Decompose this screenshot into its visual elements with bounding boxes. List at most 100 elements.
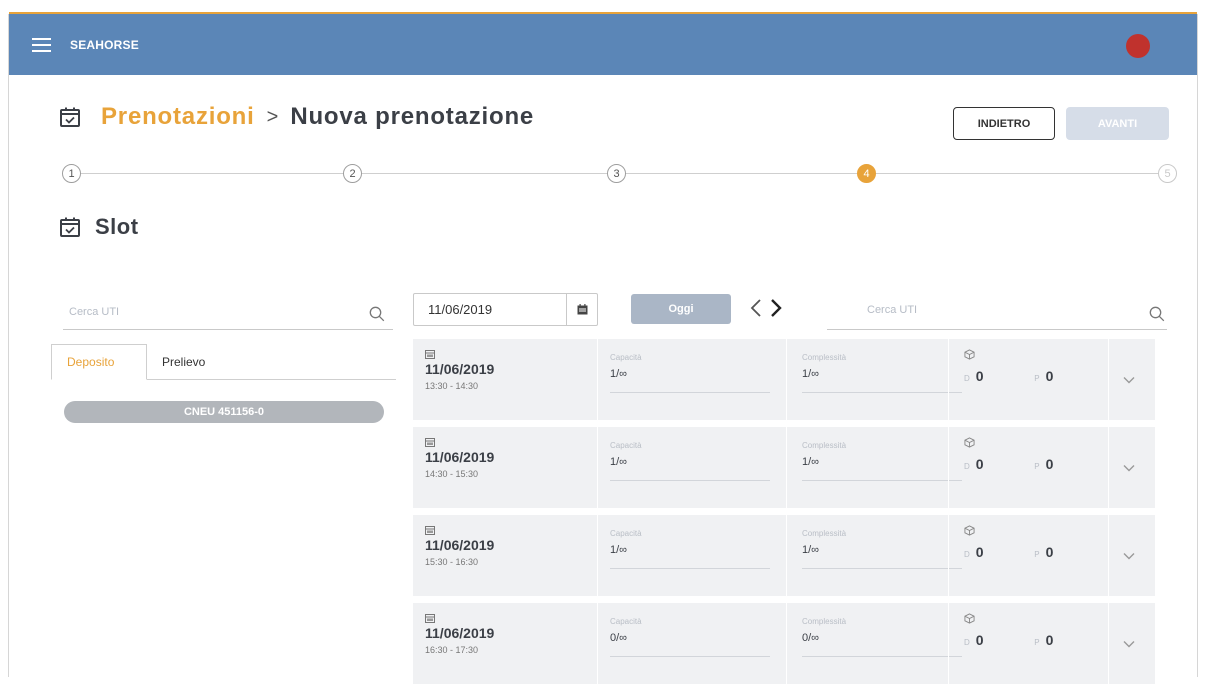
search-icon[interactable] <box>369 306 385 322</box>
calendar-icon <box>425 350 435 359</box>
brand-label: SEAHORSE <box>70 38 139 52</box>
divider <box>1108 515 1109 596</box>
page-title: Nuova prenotazione <box>290 103 535 130</box>
capacity-cell: Capacità 1/∞ <box>610 353 770 393</box>
capacity-cell: Capacità 1/∞ <box>610 529 770 569</box>
complexity-value: 1/∞ <box>802 544 820 556</box>
divider <box>597 603 598 684</box>
slot-row: 11/06/2019 14:30 - 15:30 Capacità 1/∞ Co… <box>413 427 1155 508</box>
units-cell: D 0 P 0 <box>964 613 1104 648</box>
divider <box>1108 339 1109 420</box>
step-4[interactable]: 4 <box>857 164 876 183</box>
capacity-value: 1/∞ <box>610 456 628 468</box>
next-button[interactable]: AVANTI <box>1066 107 1169 140</box>
app-bar: SEAHORSE <box>9 14 1197 75</box>
chevron-down-icon[interactable] <box>1119 458 1139 478</box>
divider <box>802 568 962 569</box>
calendar-icon <box>577 304 588 315</box>
divider <box>786 603 787 684</box>
step-3[interactable]: 3 <box>607 164 626 183</box>
search-icon[interactable] <box>1149 306 1165 322</box>
deposit-count: 0 <box>975 544 984 560</box>
divider <box>786 515 787 596</box>
left-search-field <box>63 298 393 330</box>
date-picker[interactable]: 11/06/2019 <box>413 293 598 326</box>
chevron-right-icon[interactable] <box>767 295 785 321</box>
divider <box>1108 603 1109 684</box>
complexity-label: Complessità <box>802 353 847 362</box>
complexity-value: 0/∞ <box>802 632 820 644</box>
box-icon <box>964 525 975 536</box>
section-title: Slot <box>95 214 139 239</box>
slot-date: 11/06/2019 <box>425 537 495 553</box>
calendar-button[interactable] <box>566 294 597 325</box>
divider <box>1108 427 1109 508</box>
section-header: Slot <box>59 214 139 240</box>
app-window: SEAHORSE Prenotazioni > Nuova prenotazio… <box>8 12 1198 684</box>
today-button[interactable]: Oggi <box>631 294 731 324</box>
complexity-label: Complessità <box>802 441 847 450</box>
divider <box>948 339 949 420</box>
slot-list: 11/06/2019 13:30 - 14:30 Capacità 1/∞ Co… <box>413 339 1155 691</box>
capacity-cell: Capacità 0/∞ <box>610 617 770 657</box>
divider <box>948 603 949 684</box>
slot-date-column: 11/06/2019 16:30 - 17:30 <box>425 613 494 655</box>
step-1[interactable]: 1 <box>62 164 81 183</box>
deposit-label: D <box>964 462 970 471</box>
pickup-count: 0 <box>1045 544 1054 560</box>
step-5[interactable]: 5 <box>1158 164 1177 183</box>
divider <box>597 515 598 596</box>
pickup-label: P <box>1034 638 1040 647</box>
breadcrumb: Prenotazioni > Nuova prenotazione <box>59 100 534 134</box>
chevron-left-icon[interactable] <box>747 295 765 321</box>
divider <box>948 427 949 508</box>
divider <box>610 480 770 481</box>
calendar-check-icon <box>60 217 80 237</box>
breadcrumb-separator: > <box>266 105 279 128</box>
deposit-label: D <box>964 638 970 647</box>
divider <box>610 656 770 657</box>
complexity-cell: Complessità 1/∞ <box>802 441 962 481</box>
complexity-cell: Complessità 0/∞ <box>802 617 962 657</box>
units-cell: D 0 P 0 <box>964 349 1104 384</box>
hamburger-icon[interactable] <box>32 38 51 52</box>
date-value[interactable]: 11/06/2019 <box>414 302 566 317</box>
uti-chip[interactable]: CNEU 451156-0 <box>64 401 384 423</box>
right-search-field <box>827 296 1167 330</box>
divider <box>948 515 949 596</box>
chevron-down-icon[interactable] <box>1119 370 1139 390</box>
slot-time: 13:30 - 14:30 <box>425 381 479 391</box>
deposit-label: D <box>964 550 970 559</box>
complexity-cell: Complessità 1/∞ <box>802 529 962 569</box>
tab-prelievo[interactable]: Prelievo <box>147 344 243 380</box>
slot-date: 11/06/2019 <box>425 625 495 641</box>
slot-date-column: 11/06/2019 15:30 - 16:30 <box>425 525 494 567</box>
user-avatar[interactable] <box>1126 34 1150 58</box>
divider <box>786 427 787 508</box>
deposit-label: D <box>964 374 970 383</box>
tab-deposito[interactable]: Deposito <box>51 344 147 380</box>
slot-date: 11/06/2019 <box>425 361 495 377</box>
complexity-value: 1/∞ <box>802 368 820 380</box>
deposit-count: 0 <box>975 632 984 648</box>
back-button[interactable]: INDIETRO <box>953 107 1055 140</box>
box-icon <box>964 437 975 448</box>
breadcrumb-parent[interactable]: Prenotazioni <box>101 103 255 131</box>
complexity-label: Complessità <box>802 617 847 626</box>
deposit-count: 0 <box>975 368 984 384</box>
divider <box>597 427 598 508</box>
chevron-down-icon[interactable] <box>1119 634 1139 654</box>
divider <box>610 568 770 569</box>
complexity-value: 1/∞ <box>802 456 820 468</box>
left-search-input[interactable] <box>63 298 343 326</box>
right-search-input[interactable] <box>827 296 1107 324</box>
capacity-value: 0/∞ <box>610 632 628 644</box>
divider <box>802 656 962 657</box>
calendar-icon <box>425 438 435 447</box>
divider <box>610 392 770 393</box>
pickup-label: P <box>1034 462 1040 471</box>
step-2[interactable]: 2 <box>343 164 362 183</box>
tab-bar: Deposito Prelievo <box>51 344 396 380</box>
chevron-down-icon[interactable] <box>1119 546 1139 566</box>
slot-date-column: 11/06/2019 13:30 - 14:30 <box>425 349 494 391</box>
